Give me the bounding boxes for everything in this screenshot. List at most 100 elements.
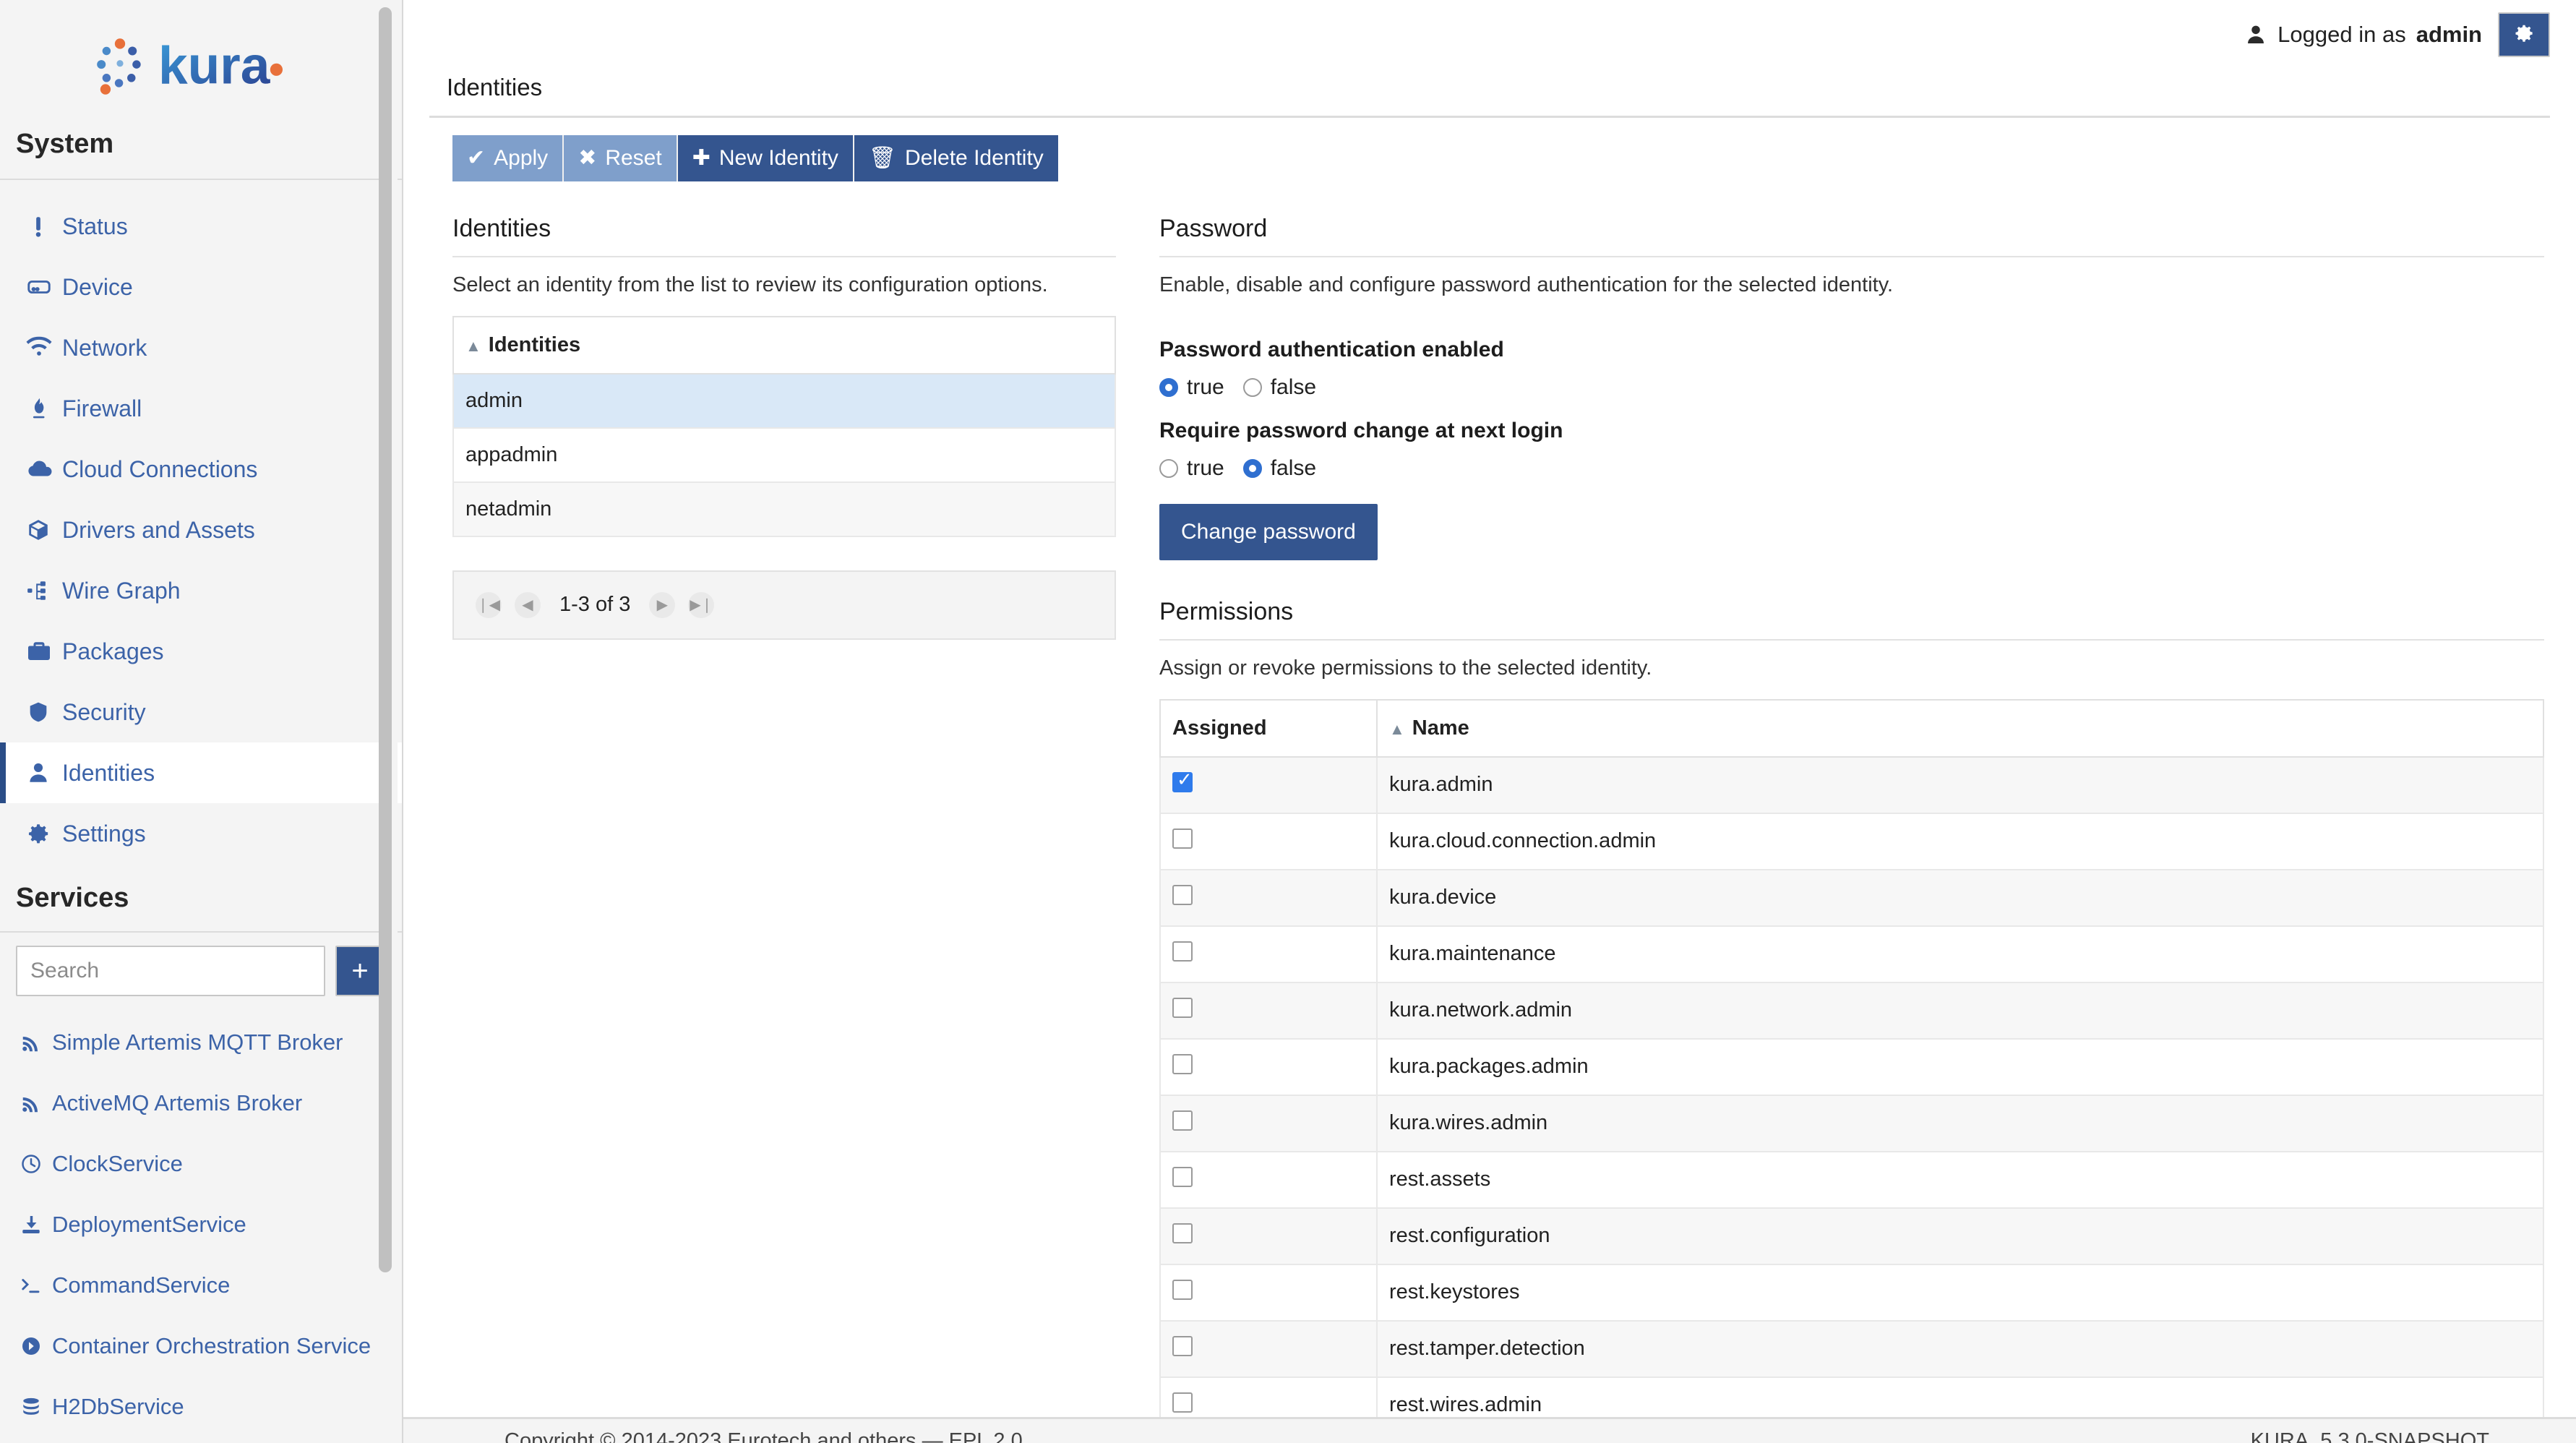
sitemap-icon xyxy=(26,578,59,603)
service-item-label: Container Orchestration Service xyxy=(52,1333,372,1358)
permission-checkbox[interactable] xyxy=(1172,1223,1193,1243)
table-row[interactable]: admin xyxy=(452,372,1116,429)
sidebar-scrollbar-track[interactable] xyxy=(379,0,398,1443)
sidebar-item-label: Device xyxy=(62,273,133,300)
service-item-label: H2DbService xyxy=(52,1394,184,1419)
service-item-h2dbservice[interactable]: H2DbService xyxy=(0,1376,402,1437)
table-row[interactable]: netadmin xyxy=(452,481,1116,537)
service-item-clockservice[interactable]: ClockService xyxy=(0,1134,402,1194)
permission-checkbox[interactable] xyxy=(1172,884,1193,905)
permission-checkbox[interactable] xyxy=(1172,997,1193,1018)
last-page-icon[interactable]: ▶❘ xyxy=(688,591,715,618)
service-item-activemq-artemis-broker[interactable]: ActiveMQ Artemis Broker xyxy=(0,1073,402,1134)
sidebar-item-packages[interactable]: Packages xyxy=(0,621,402,682)
permissions-panel: Permissions Assign or revoke permissions… xyxy=(1159,598,2544,1443)
password-auth-enabled-false[interactable]: false xyxy=(1242,374,1317,400)
sidebar-scrollbar-thumb[interactable] xyxy=(379,7,392,1272)
first-page-icon[interactable]: ❘◀ xyxy=(476,591,502,618)
permission-checkbox[interactable] xyxy=(1172,1335,1193,1356)
person-icon xyxy=(26,761,59,785)
table-row[interactable]: kura.network.admin xyxy=(1159,981,2544,1040)
table-row[interactable]: rest.tamper.detection xyxy=(1159,1319,2544,1378)
require-password-change-false[interactable]: false xyxy=(1242,456,1316,481)
sidebar-item-status[interactable]: Status xyxy=(0,196,402,257)
sidebar-item-device[interactable]: Device xyxy=(0,257,402,317)
search-input[interactable] xyxy=(16,946,325,996)
permission-checkbox[interactable] xyxy=(1172,1053,1193,1074)
permission-name: kura.cloud.connection.admin xyxy=(1376,812,2544,870)
permission-checkbox[interactable] xyxy=(1172,1166,1193,1187)
sidebar-item-label: Security xyxy=(62,698,146,725)
table-row[interactable]: kura.cloud.connection.admin xyxy=(1159,812,2544,870)
sidebar-item-firewall[interactable]: Firewall xyxy=(0,378,402,439)
permissions-assigned-column-header[interactable]: Assigned xyxy=(1159,698,1378,758)
require-password-change-true[interactable]: true xyxy=(1159,456,1224,481)
permission-checkbox[interactable] xyxy=(1172,770,1193,792)
add-service-button[interactable]: + xyxy=(335,946,385,996)
table-row[interactable]: kura.maintenance xyxy=(1159,925,2544,983)
apply-button[interactable]: ✔ Apply xyxy=(452,134,564,181)
permission-checkbox[interactable] xyxy=(1172,828,1193,849)
option-label: false xyxy=(1270,374,1317,399)
service-item-container-orchestration-service[interactable]: Container Orchestration Service xyxy=(0,1316,402,1376)
table-row[interactable]: kura.wires.admin xyxy=(1159,1094,2544,1152)
identities-column-header[interactable]: ▲ Identities xyxy=(452,315,1116,374)
logged-in-user: admin xyxy=(2416,22,2482,47)
sidebar-item-network[interactable]: Network xyxy=(0,317,402,378)
gear-icon xyxy=(2513,22,2535,48)
prev-page-icon[interactable]: ◀ xyxy=(515,591,541,618)
permissions-table-header-row: Assigned ▲ Name xyxy=(1159,698,2544,758)
new-identity-label: New Identity xyxy=(718,145,838,170)
service-item-label: ClockService xyxy=(52,1151,183,1176)
table-row[interactable]: kura.packages.admin xyxy=(1159,1037,2544,1096)
settings-button[interactable] xyxy=(2498,12,2550,57)
table-row[interactable]: kura.device xyxy=(1159,868,2544,927)
table-row[interactable]: rest.configuration xyxy=(1159,1207,2544,1265)
permission-assigned-cell xyxy=(1159,1263,1378,1322)
briefcase-icon xyxy=(26,638,59,664)
permission-checkbox[interactable] xyxy=(1172,1392,1193,1413)
download-icon xyxy=(20,1214,52,1236)
footer-copyright: Copyright © 2014-2023 Eurotech and other… xyxy=(505,1429,1023,1443)
sidebar-item-wire-graph[interactable]: Wire Graph xyxy=(0,560,402,621)
permissions-name-column-header[interactable]: ▲ Name xyxy=(1376,698,2544,758)
identities-table-header-row: ▲ Identities xyxy=(452,315,1116,374)
table-row[interactable]: rest.assets xyxy=(1159,1150,2544,1209)
delete-identity-button[interactable]: 🗑 Delete Identity xyxy=(854,134,1058,181)
name-column-label: Name xyxy=(1412,716,1469,740)
sidebar-item-label: Cloud Connections xyxy=(62,455,258,482)
footer-version: KURA_5.3.0-SNAPSHOT xyxy=(2250,1429,2489,1443)
permission-checkbox[interactable] xyxy=(1172,1279,1193,1300)
table-row[interactable]: appadmin xyxy=(452,427,1116,483)
service-item-simple-artemis-mqtt-broker[interactable]: Simple Artemis MQTT Broker xyxy=(0,1012,402,1073)
service-item-positionservice[interactable]: PositionService xyxy=(0,1437,402,1443)
right-column: Password Enable, disable and configure p… xyxy=(1138,215,2550,1434)
permission-assigned-cell xyxy=(1159,1150,1378,1209)
sidebar-item-label: Settings xyxy=(62,820,146,847)
permission-checkbox[interactable] xyxy=(1172,1110,1193,1131)
sidebar-item-settings[interactable]: Settings xyxy=(0,803,402,864)
sidebar-item-security[interactable]: Security xyxy=(0,682,402,742)
permission-assigned-cell xyxy=(1159,755,1378,814)
service-item-deploymentservice[interactable]: DeploymentService xyxy=(0,1194,402,1255)
permission-checkbox[interactable] xyxy=(1172,941,1193,962)
sidebar-item-drivers-and-assets[interactable]: Drivers and Assets xyxy=(0,500,402,560)
reset-button[interactable]: ✖ Reset xyxy=(564,134,678,181)
sidebar: kura System Status Device Network Firewa… xyxy=(0,0,403,1443)
new-identity-button[interactable]: ✚ New Identity xyxy=(677,134,854,181)
permission-assigned-cell xyxy=(1159,925,1378,983)
sidebar-item-cloud-connections[interactable]: Cloud Connections xyxy=(0,439,402,500)
service-item-commandservice[interactable]: CommandService xyxy=(0,1255,402,1316)
sort-ascending-icon: ▲ xyxy=(1389,719,1405,738)
change-password-button[interactable]: Change password xyxy=(1159,503,1378,560)
kura-logo[interactable]: kura xyxy=(0,0,402,124)
password-auth-enabled-label: Password authentication enabled xyxy=(1159,337,1504,361)
service-item-label: CommandService xyxy=(52,1272,231,1298)
table-row[interactable]: kura.admin xyxy=(1159,755,2544,814)
permission-name: rest.assets xyxy=(1376,1150,2544,1209)
sidebar-item-identities[interactable]: Identities xyxy=(0,742,402,803)
next-page-icon[interactable]: ▶ xyxy=(649,591,676,618)
password-auth-enabled-true[interactable]: true xyxy=(1159,375,1224,400)
identity-name: appadmin xyxy=(452,427,1116,483)
table-row[interactable]: rest.keystores xyxy=(1159,1263,2544,1322)
